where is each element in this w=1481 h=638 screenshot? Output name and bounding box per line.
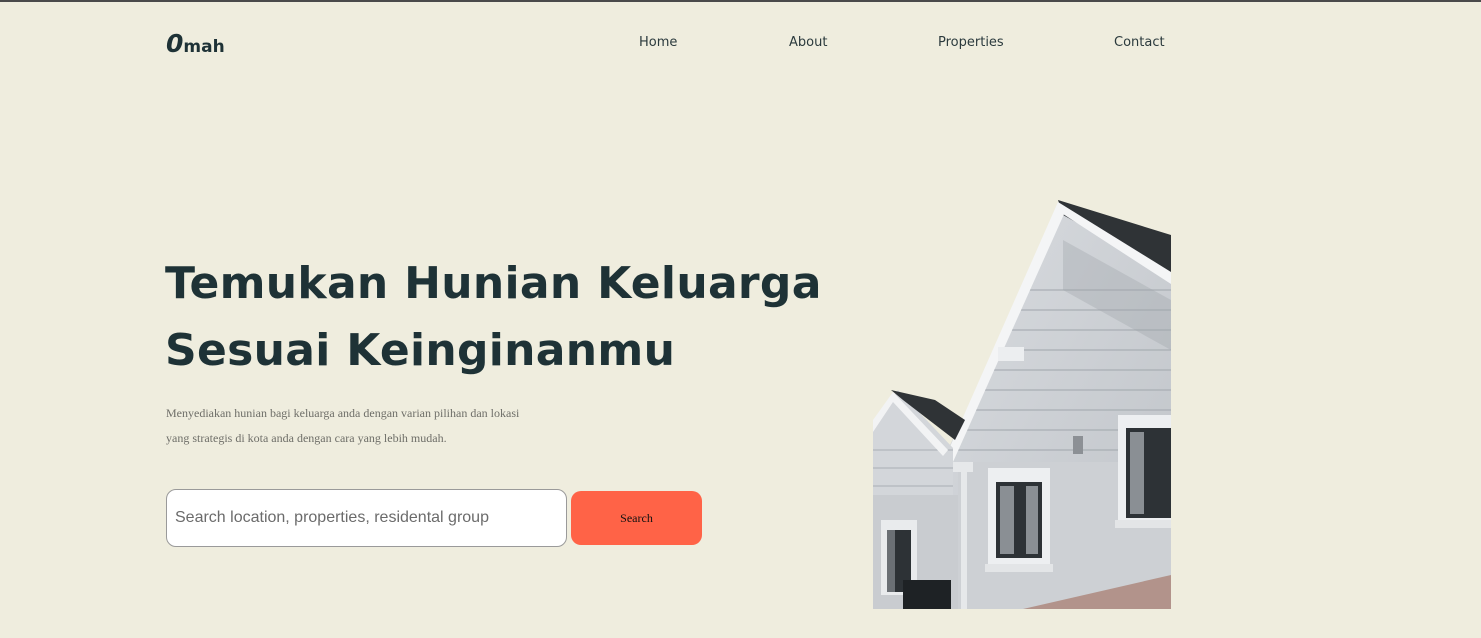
nav-link-properties[interactable]: Properties (938, 35, 1004, 50)
hero-title-line-1: Temukan Hunian Keluarga (165, 258, 822, 309)
nav-link-contact[interactable]: Contact (1114, 35, 1165, 50)
search-input[interactable] (166, 489, 567, 547)
top-border (0, 0, 1481, 2)
hero-description-line-2: yang strategis di kota anda dengan cara … (166, 431, 447, 445)
logo[interactable]: 0 mah (166, 29, 225, 58)
logo-text: mah (183, 37, 225, 57)
hero-description-line-1: Menyediakan hunian bagi keluarga anda de… (166, 406, 520, 420)
hero-title: Temukan Hunian Keluarga Sesuai Keinginan… (165, 250, 825, 384)
search-button[interactable]: Search (571, 491, 702, 545)
hero-description: Menyediakan hunian bagi keluarga anda de… (166, 401, 586, 451)
nav-link-home[interactable]: Home (639, 35, 677, 50)
house-image (873, 200, 1171, 609)
logo-mark: 0 (166, 29, 183, 58)
nav-link-about[interactable]: About (789, 35, 827, 50)
hero-title-line-2: Sesuai Keinginanmu (165, 325, 676, 376)
